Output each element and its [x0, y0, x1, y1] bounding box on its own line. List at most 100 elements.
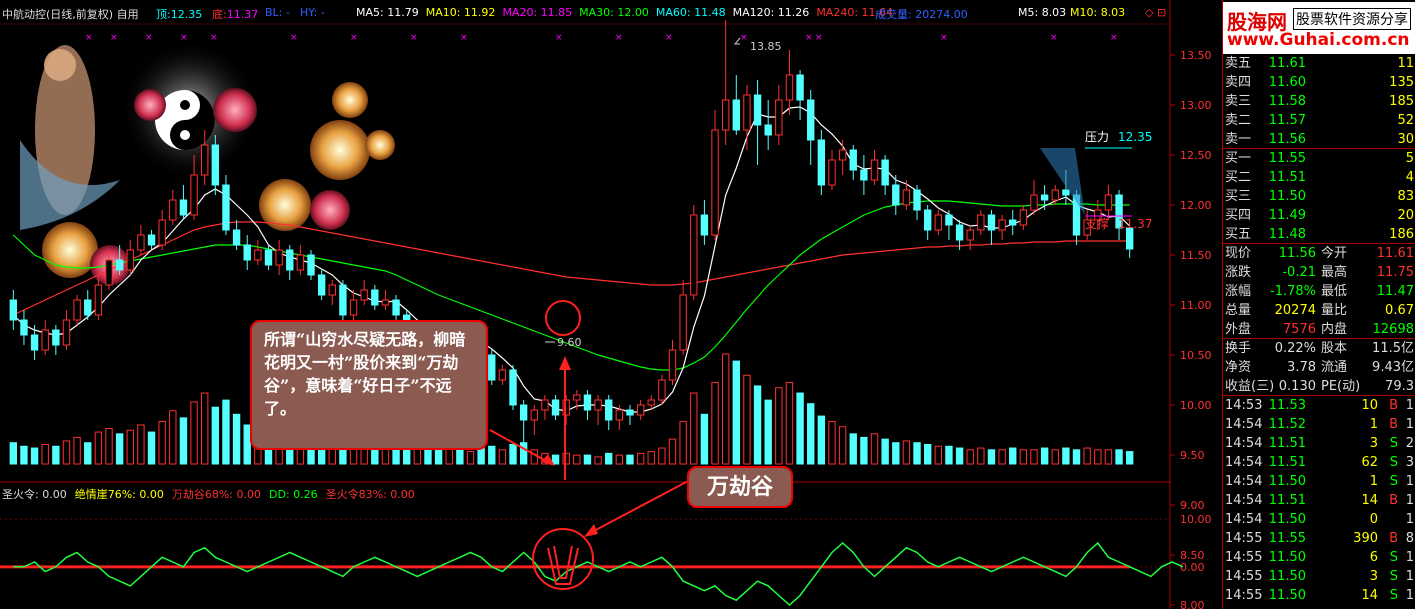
- ma-legend-item: MA10: 11.92: [425, 6, 496, 19]
- volume-bar: [1051, 449, 1059, 465]
- tick-volume: 1: [1369, 417, 1378, 432]
- candle: [690, 214, 698, 296]
- order-label: 买四: [1225, 208, 1252, 223]
- volume-bar: [923, 443, 932, 465]
- ma-legend-item: MA5: 11.79: [356, 6, 419, 19]
- order-volume: 20: [1397, 208, 1414, 223]
- volume-bar: [488, 445, 496, 465]
- candle: [807, 99, 815, 141]
- indicator-legend-item: 万劫谷68%: 0.00: [171, 488, 262, 501]
- hy-label: HY: -: [300, 6, 325, 19]
- orderbook-row: 卖五 11.61 11: [1223, 54, 1415, 73]
- volume-bar: [1104, 449, 1113, 465]
- candle: [658, 379, 666, 401]
- tick-time: 14:54: [1225, 474, 1263, 489]
- candle: [307, 254, 315, 276]
- candle: [743, 94, 751, 131]
- order-volume: 5: [1405, 151, 1414, 166]
- candle: [286, 249, 294, 271]
- volume-bar: [1072, 449, 1081, 465]
- stat-value: -0.21: [1282, 265, 1316, 280]
- tick-row: 14:54 11.51 14 B 1: [1223, 491, 1415, 510]
- candle: [796, 74, 804, 101]
- candle: [934, 214, 942, 231]
- tick-count: 1: [1405, 512, 1414, 527]
- support-label: 支撑: [1085, 216, 1109, 231]
- stat-value: 12698: [1372, 322, 1414, 337]
- tick-volume: 14: [1361, 493, 1378, 508]
- tick-volume: 62: [1361, 455, 1378, 470]
- tick-price: 11.52: [1268, 417, 1306, 432]
- volume-bar: [668, 438, 677, 465]
- volume-bar: [700, 413, 709, 465]
- tick-row: 14:54 11.51 62 S 3: [1223, 453, 1415, 472]
- candle: [190, 174, 198, 216]
- volume-bar: [9, 442, 18, 465]
- stat-label: PE(动): [1321, 379, 1361, 394]
- stat-value: 7576: [1282, 322, 1316, 337]
- price-tick-label: 11.50: [1180, 249, 1212, 262]
- ma-legend-item: MA20: 11.85: [502, 6, 573, 19]
- top-label: 顶:12.35: [156, 8, 203, 21]
- candle: [360, 289, 368, 301]
- candle: [94, 284, 103, 316]
- volume-bar: [626, 454, 634, 465]
- window-controls-icon[interactable]: ◇ ⊡: [1145, 6, 1166, 19]
- candle: [828, 159, 836, 186]
- tick-price: 11.50: [1268, 474, 1306, 489]
- candle: [381, 299, 390, 306]
- indicator-tick-label: 0.00: [1180, 561, 1205, 574]
- stat-label: 涨跌: [1225, 265, 1252, 280]
- candle: [1051, 189, 1059, 201]
- candle: [1019, 209, 1028, 226]
- volume-bar: [201, 392, 209, 465]
- wanjie-badge: 万劫谷: [687, 466, 793, 508]
- candle: [371, 289, 379, 306]
- tick-price: 11.50: [1268, 569, 1306, 584]
- stat-row: 净资 3.78 流通 9.43亿: [1223, 358, 1415, 377]
- price-tick-label: 9.50: [1180, 449, 1205, 462]
- volume-bar: [562, 452, 570, 465]
- stat-label: 最低: [1321, 284, 1348, 299]
- candle: [147, 234, 156, 246]
- orderbook-row: 买三 11.50 83: [1223, 187, 1415, 206]
- price-tick-label: 13.00: [1180, 99, 1212, 112]
- candle: [41, 329, 49, 351]
- ma-legend-item: MA120: 11.26: [732, 6, 810, 19]
- stat-label: 流通: [1321, 360, 1348, 375]
- volume-bar: [84, 442, 92, 465]
- tick-price: 11.50: [1268, 550, 1306, 565]
- volume-bar: [222, 399, 230, 465]
- price-tick-label: 12.50: [1180, 149, 1212, 162]
- order-volume: 11: [1397, 56, 1414, 71]
- volume-bar: [945, 445, 953, 465]
- order-label: 卖一: [1225, 132, 1252, 147]
- orderbook-row: 买一 11.55 5: [1223, 149, 1415, 168]
- order-volume: 30: [1397, 132, 1414, 147]
- volume-bar: [158, 420, 166, 465]
- candle: [9, 299, 18, 321]
- m10-label: M10: 8.03: [1070, 6, 1126, 19]
- tick-row: 14:54 11.50 1 S 1: [1223, 472, 1415, 491]
- top-marker: ×: [1050, 33, 1058, 43]
- stat-row: 换手 0.22% 股本 11.5亿: [1223, 339, 1415, 358]
- candle: [870, 159, 879, 181]
- tick-time: 14:54: [1225, 417, 1263, 432]
- order-price: 11.61: [1268, 56, 1306, 71]
- volume-bar: [519, 442, 528, 465]
- candle: [785, 74, 794, 101]
- top-marker: ×: [940, 33, 948, 43]
- guhai-logo[interactable]: 股海网 股票软件资源分享 www.Guhai.com.cn: [1223, 2, 1415, 54]
- tick-side: S: [1389, 569, 1398, 584]
- candle: [105, 259, 113, 286]
- stat-value: -1.78%: [1270, 284, 1316, 299]
- volume-bar: [1030, 449, 1038, 465]
- volume-bar: [52, 445, 60, 465]
- stat-value: 11.75: [1376, 265, 1414, 280]
- top-marker: ×: [815, 33, 823, 43]
- candle: [158, 219, 166, 246]
- volume-bar: [647, 451, 655, 465]
- order-label: 买五: [1225, 227, 1252, 242]
- candle: [488, 354, 496, 381]
- volume-bar: [838, 426, 847, 465]
